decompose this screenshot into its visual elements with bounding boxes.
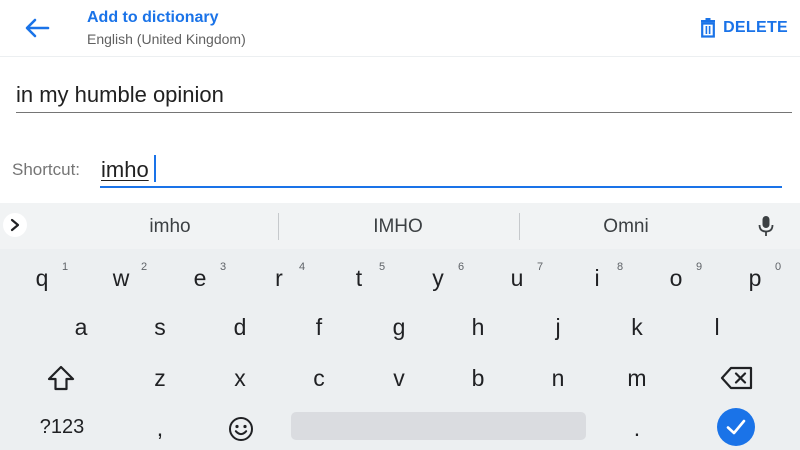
backspace-key[interactable] bbox=[720, 366, 754, 395]
key-j[interactable]: j bbox=[538, 314, 578, 341]
page-title: Add to dictionary bbox=[87, 9, 219, 26]
delete-label: DELETE bbox=[723, 19, 788, 36]
suggestion-strip: imho IMHO Omni bbox=[0, 203, 800, 249]
key-hint-8: 8 bbox=[617, 261, 624, 273]
space-key[interactable] bbox=[291, 412, 586, 440]
key-y[interactable]: y bbox=[418, 265, 458, 292]
key-c[interactable]: c bbox=[299, 365, 339, 392]
emoji-key[interactable] bbox=[228, 416, 254, 447]
key-hint-1: 1 bbox=[62, 261, 69, 273]
suggestion-3[interactable]: Omni bbox=[576, 216, 676, 238]
expand-toolbar-button[interactable] bbox=[3, 213, 27, 237]
shortcut-label: Shortcut: bbox=[12, 160, 81, 179]
key-w[interactable]: w bbox=[101, 265, 141, 292]
suggestion-1[interactable]: imho bbox=[120, 216, 220, 238]
app-bar: Add to dictionary English (United Kingdo… bbox=[0, 0, 800, 57]
key-h[interactable]: h bbox=[458, 314, 498, 341]
key-k[interactable]: k bbox=[617, 314, 657, 341]
key-u[interactable]: u bbox=[497, 265, 537, 292]
key-hint-3: 3 bbox=[220, 261, 227, 273]
delete-button[interactable]: DELETE bbox=[697, 16, 788, 40]
key-x[interactable]: x bbox=[220, 365, 260, 392]
comma-key[interactable]: , bbox=[140, 415, 180, 442]
trash-icon bbox=[701, 18, 716, 38]
shortcut-value: imho bbox=[101, 157, 149, 182]
mic-icon[interactable] bbox=[757, 215, 775, 237]
phrase-value: in my humble opinion bbox=[16, 82, 224, 107]
language-subtitle: English (United Kingdom) bbox=[87, 31, 246, 47]
key-hint-2: 2 bbox=[141, 261, 148, 273]
text-caret bbox=[154, 155, 156, 182]
key-hint-5: 5 bbox=[379, 261, 386, 273]
key-z[interactable]: z bbox=[140, 365, 180, 392]
key-t[interactable]: t bbox=[339, 265, 379, 292]
back-arrow-icon bbox=[25, 18, 50, 38]
suggestion-divider bbox=[278, 213, 279, 240]
back-button[interactable] bbox=[22, 16, 50, 40]
key-hint-9: 9 bbox=[696, 261, 703, 273]
key-o[interactable]: o bbox=[656, 265, 696, 292]
phrase-input[interactable]: in my humble opinion bbox=[16, 78, 792, 113]
emoji-icon bbox=[229, 417, 253, 441]
chevron-right-icon bbox=[10, 218, 20, 232]
backspace-icon bbox=[720, 366, 753, 390]
key-m[interactable]: m bbox=[617, 365, 657, 392]
key-n[interactable]: n bbox=[538, 365, 578, 392]
suggestion-2[interactable]: IMHO bbox=[348, 216, 448, 238]
key-l[interactable]: l bbox=[697, 314, 737, 341]
key-g[interactable]: g bbox=[379, 314, 419, 341]
key-s[interactable]: s bbox=[140, 314, 180, 341]
key-d[interactable]: d bbox=[220, 314, 260, 341]
key-hint-0: 0 bbox=[775, 261, 782, 273]
suggestion-divider bbox=[519, 213, 520, 240]
symbols-key[interactable]: ?123 bbox=[28, 416, 96, 439]
key-hint-6: 6 bbox=[458, 261, 465, 273]
shift-icon bbox=[47, 365, 75, 391]
soft-keyboard: imho IMHO Omni q 1 w 2 e 3 r 4 t 5 y 6 u… bbox=[0, 203, 800, 450]
checkmark-icon bbox=[726, 419, 746, 435]
shortcut-input[interactable]: imho bbox=[100, 152, 782, 188]
key-f[interactable]: f bbox=[299, 314, 339, 341]
key-hint-4: 4 bbox=[299, 261, 306, 273]
key-hint-7: 7 bbox=[537, 261, 544, 273]
key-a[interactable]: a bbox=[61, 314, 101, 341]
key-v[interactable]: v bbox=[379, 365, 419, 392]
key-e[interactable]: e bbox=[180, 265, 220, 292]
done-key[interactable] bbox=[717, 408, 755, 446]
period-key[interactable]: . bbox=[617, 415, 657, 442]
shift-key[interactable] bbox=[47, 365, 75, 396]
key-r[interactable]: r bbox=[259, 265, 299, 292]
key-q[interactable]: q bbox=[22, 265, 62, 292]
key-p[interactable]: p bbox=[735, 265, 775, 292]
key-b[interactable]: b bbox=[458, 365, 498, 392]
key-i[interactable]: i bbox=[577, 265, 617, 292]
